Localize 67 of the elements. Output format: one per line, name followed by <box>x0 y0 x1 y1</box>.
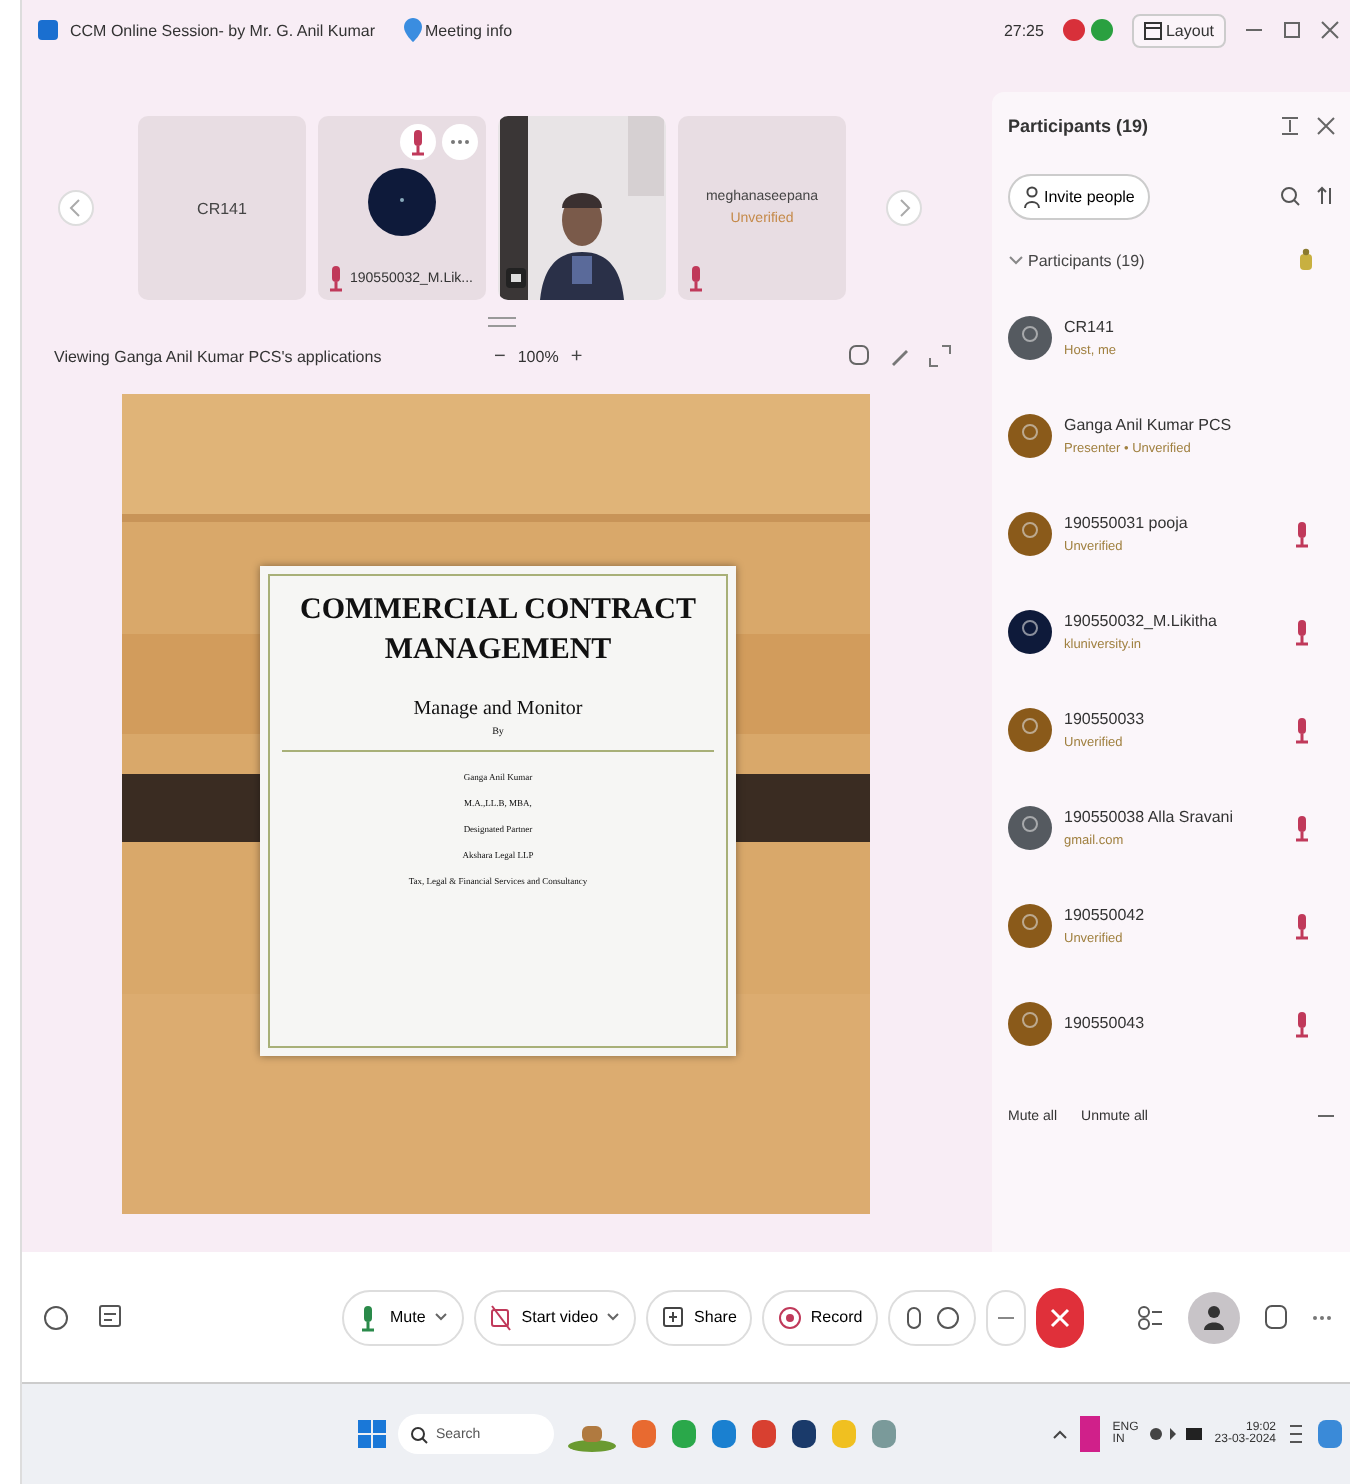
zoom-level: 100% <box>517 347 559 365</box>
viewing-label: Viewing Ganga Anil Kumar PCS's applications <box>54 347 384 365</box>
start-icon[interactable] <box>358 1420 386 1448</box>
search-icon <box>410 1425 428 1443</box>
expand-icon[interactable] <box>928 344 952 368</box>
restore-icon[interactable] <box>1282 20 1302 40</box>
participant-name: Ganga Anil Kumar PCS <box>1064 415 1234 433</box>
more-button[interactable] <box>442 124 478 160</box>
window-title: CCM Online Session- by Mr. G. Anil Kumar <box>70 21 375 39</box>
panel-title: Participants (19) <box>1008 116 1149 136</box>
zoom-in-button[interactable]: + <box>570 345 583 367</box>
screen-icon <box>506 268 526 288</box>
sort-icon[interactable] <box>1316 186 1336 206</box>
app-icon <box>38 20 58 40</box>
participant-name: CR141 <box>197 199 247 217</box>
close-icon[interactable] <box>1320 20 1340 40</box>
pen-icon[interactable] <box>888 344 912 368</box>
notification-icon[interactable] <box>1288 1422 1304 1446</box>
search-icon[interactable] <box>1280 186 1300 206</box>
share-button[interactable]: Share <box>646 1289 753 1345</box>
more-icon[interactable] <box>1312 1313 1332 1321</box>
slide-subtitle: Manage and Monitor <box>413 698 583 720</box>
participant-row[interactable]: 190550043 <box>1008 974 1336 1072</box>
system-tray-icon[interactable] <box>1150 1424 1203 1444</box>
avatar-icon <box>368 168 436 236</box>
apps-button[interactable] <box>888 1289 977 1345</box>
invite-people-button[interactable]: Invite people <box>1008 173 1151 219</box>
layout-button[interactable]: Layout <box>1131 13 1226 47</box>
app-icon[interactable] <box>790 1418 818 1450</box>
status-icon <box>1061 18 1114 42</box>
chevron-down-icon <box>1008 252 1024 268</box>
more-icon <box>450 138 470 146</box>
chat-icon[interactable] <box>98 1303 122 1331</box>
participant-name: 190550033 <box>1064 709 1147 727</box>
chevron-up-icon[interactable] <box>1052 1428 1069 1440</box>
leave-button[interactable] <box>1036 1287 1085 1347</box>
zoom-out-button[interactable]: − <box>494 345 506 367</box>
mute-button[interactable]: Mute <box>342 1289 464 1345</box>
person-icon <box>1024 185 1040 207</box>
layout-icon <box>1143 21 1162 39</box>
share-icon <box>662 1303 687 1331</box>
participant-name: 190550032_M.Likitha <box>1064 611 1220 629</box>
caret-icon <box>433 1312 448 1322</box>
meeting-info-button[interactable]: Meeting info <box>403 18 513 42</box>
participant-name: 190550042 <box>1064 905 1147 923</box>
close-icon[interactable] <box>1316 116 1336 136</box>
participant-name: 190550031 pooja <box>1064 513 1190 531</box>
slide-title: COMMERCIAL CONTRACT MANAGEMENT <box>298 592 698 669</box>
app-icon[interactable] <box>1080 1416 1101 1452</box>
video-button[interactable]: Start video <box>473 1289 637 1345</box>
more-icon[interactable] <box>1316 1112 1336 1120</box>
participants-group-toggle[interactable]: Participants (19) <box>1008 251 1145 269</box>
apps-icon[interactable] <box>1136 1303 1164 1331</box>
more-icon <box>996 1313 1017 1321</box>
participant-name: 190550038 Alla Sravani <box>1064 807 1236 825</box>
participants-icon[interactable] <box>1188 1291 1240 1343</box>
caret-icon <box>606 1312 621 1322</box>
video-off-icon <box>489 1303 514 1331</box>
mic-button[interactable] <box>400 124 436 160</box>
resize-handle-icon[interactable] <box>488 316 516 328</box>
meeting-timer: 27:25 <box>1003 21 1044 39</box>
participant-name: 190550043 <box>1064 1014 1147 1032</box>
participant-name: CR141 <box>1064 317 1116 335</box>
close-icon <box>1050 1307 1071 1327</box>
record-icon <box>778 1303 803 1331</box>
mic-muted-icon <box>408 128 428 156</box>
record-button[interactable]: Record <box>762 1289 879 1345</box>
